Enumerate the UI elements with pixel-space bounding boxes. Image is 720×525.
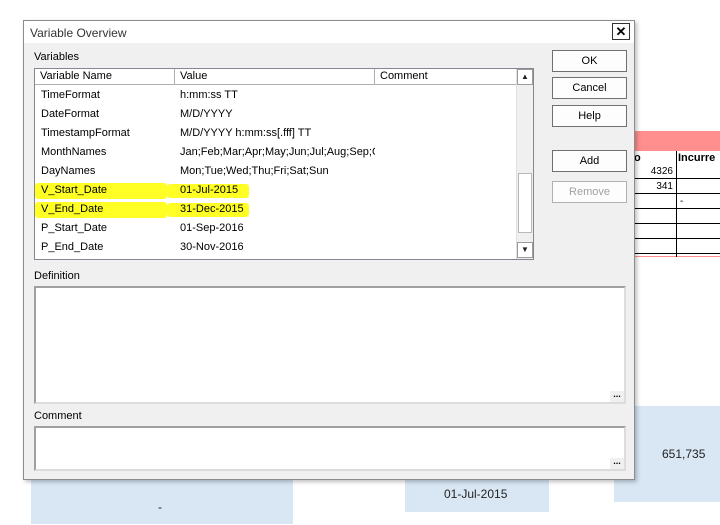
variable-value: M/D/YYYY	[180, 108, 233, 120]
close-icon: ✕	[615, 24, 627, 39]
sheet-col-header: Incurre	[678, 152, 716, 164]
variable-name: V_Start_Date	[41, 184, 108, 196]
variable-value: 01-Jul-2015	[180, 184, 239, 196]
column-header-variable-name[interactable]: Variable Name	[35, 69, 175, 85]
sheet-panel-value: -	[158, 500, 162, 514]
sheet-cell[interactable]	[677, 165, 720, 179]
scroll-down-button[interactable]: ▼	[517, 242, 533, 258]
variable-row[interactable]: P_Start_Date 01-Sep-2016	[35, 219, 517, 238]
variable-overview-dialog: Variable Overview ✕ Variables Variable N…	[23, 20, 635, 480]
scroll-thumb[interactable]	[518, 173, 532, 233]
variable-value: M/D/YYYY h:mm:ss[.fff] TT	[180, 127, 312, 139]
sheet-header-band	[632, 131, 720, 151]
comment-field[interactable]: ...	[34, 426, 626, 471]
variable-value: Mon;Tue;Wed;Thu;Fri;Sat;Sun	[180, 165, 329, 177]
variable-value: 31-Dec-2015	[180, 203, 244, 215]
variables-label: Variables	[34, 51, 80, 63]
definition-ellipsis-button[interactable]: ...	[610, 390, 624, 402]
list-scrollbar[interactable]: ▲ ▼	[516, 69, 533, 259]
variable-row[interactable]: TimestampFormat M/D/YYYY h:mm:ss[.fff] TT	[35, 124, 517, 143]
sheet-cell[interactable]	[677, 180, 720, 194]
column-header-comment[interactable]: Comment	[375, 69, 517, 85]
variable-value: h:mm:ss TT	[180, 89, 238, 101]
variable-name: TimeFormat	[41, 89, 100, 101]
variable-row[interactable]: TimeFormat h:mm:ss TT	[35, 86, 517, 105]
sheet-col-header: o	[634, 152, 641, 164]
variable-name: V_End_Date	[41, 203, 104, 215]
scroll-up-button[interactable]: ▲	[517, 69, 533, 85]
sheet-cell[interactable]: 341	[632, 180, 676, 194]
variables-list[interactable]: Variable Name Value Comment TimeFormat h:…	[34, 68, 534, 260]
variable-row[interactable]: MonthNames Jan;Feb;Mar;Apr;May;Jun;Jul;Au…	[35, 143, 517, 162]
sheet-cell[interactable]	[632, 225, 720, 239]
list-header: Variable Name Value Comment	[35, 69, 517, 85]
variable-name: P_Start_Date	[41, 222, 108, 234]
add-button[interactable]: Add	[552, 150, 627, 172]
variable-value: Jan;Feb;Mar;Apr;May;Jun;Jul;Aug;Sep;Oct;…	[180, 146, 375, 158]
comment-ellipsis-button[interactable]: ...	[610, 457, 624, 469]
ok-button[interactable]: OK	[552, 50, 627, 72]
variable-name: TimestampFormat	[41, 127, 130, 139]
variable-row[interactable]: DayNames Mon;Tue;Wed;Thu;Fri;Sat;Sun	[35, 162, 517, 181]
variable-name: DateFormat	[41, 108, 100, 120]
column-header-value[interactable]: Value	[175, 69, 375, 85]
variable-value: 01-Sep-2016	[180, 222, 244, 234]
definition-field[interactable]: ...	[34, 286, 626, 404]
variable-name: MonthNames	[41, 146, 107, 158]
list-body: TimeFormat h:mm:ss TT DateFormat M/D/YYYY Ti…	[35, 86, 517, 259]
definition-label: Definition	[34, 270, 80, 282]
help-button[interactable]: Help	[552, 105, 627, 127]
sheet-grid: o Incurre 4326 341 -	[632, 151, 720, 257]
sheet-panel-center: 01-Jul-2015	[405, 478, 549, 512]
remove-button: Remove	[552, 181, 627, 203]
triangle-up-icon: ▲	[521, 72, 529, 81]
sheet-cell[interactable]: 4326	[632, 165, 676, 179]
variable-row[interactable]: P_End_Date 30-Nov-2016	[35, 238, 517, 257]
comment-label: Comment	[34, 410, 82, 422]
dialog-title: Variable Overview	[30, 26, 127, 40]
variable-name: DayNames	[41, 165, 96, 177]
variable-name: P_End_Date	[41, 241, 104, 253]
sheet-cell[interactable]	[632, 195, 676, 209]
close-button[interactable]: ✕	[612, 23, 630, 40]
sheet-cell[interactable]	[632, 210, 720, 224]
variable-row[interactable]: V_End_Date 31-Dec-2015	[35, 200, 517, 219]
sheet-cell[interactable]: -	[677, 195, 720, 209]
sheet-panel-value: 01-Jul-2015	[444, 487, 508, 501]
sheet-panel-value: 651,735	[662, 447, 706, 461]
variable-row[interactable]: V_Start_Date 01-Jul-2015	[35, 181, 517, 200]
variable-value: 30-Nov-2016	[180, 241, 244, 253]
sheet-cell[interactable]	[632, 240, 720, 254]
title-bar[interactable]: Variable Overview ✕	[24, 21, 634, 43]
variable-row[interactable]: DateFormat M/D/YYYY	[35, 105, 517, 124]
triangle-down-icon: ▼	[521, 245, 529, 254]
sheet-panel-left: -	[31, 478, 293, 524]
cancel-button[interactable]: Cancel	[552, 77, 627, 99]
